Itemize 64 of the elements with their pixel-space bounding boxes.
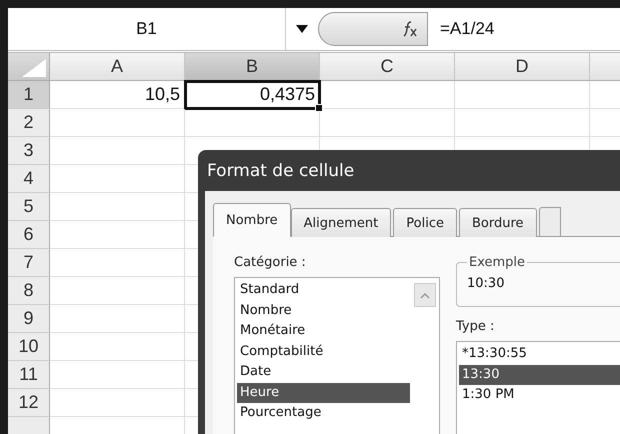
insert-function-button[interactable] [318, 12, 428, 46]
category-label: Catégorie : [234, 255, 307, 270]
example-value: 10:30 [467, 276, 506, 291]
type-label: Type : [456, 319, 496, 334]
table-cell[interactable] [50, 333, 185, 361]
type-list[interactable]: *13:30:55 13:30 1:30 PM [456, 341, 620, 434]
table-cell[interactable] [455, 81, 590, 109]
tab[interactable] [538, 207, 561, 236]
table-cell[interactable] [50, 249, 185, 277]
column-header[interactable]: B [185, 53, 320, 81]
row-header[interactable]: 12 [8, 389, 50, 417]
list-item[interactable]: Monétaire [237, 321, 410, 342]
column-header[interactable]: D [455, 53, 590, 81]
triangle-icon [22, 59, 46, 77]
table-cell[interactable] [455, 109, 590, 137]
select-all-corner[interactable] [8, 53, 50, 81]
example-legend: Exemple [467, 255, 528, 270]
row-header[interactable]: 5 [8, 193, 50, 221]
tab[interactable]: Police [393, 208, 457, 237]
table-cell[interactable]: 0,4375 [185, 81, 320, 109]
list-item[interactable]: Standard [237, 280, 410, 300]
table-cell[interactable]: 10,5 [50, 81, 185, 109]
dropdown-arrow-icon[interactable] [296, 25, 308, 33]
tab[interactable]: Alignement [290, 208, 392, 237]
table-cell[interactable] [50, 137, 185, 165]
table-cell[interactable] [50, 193, 185, 221]
list-item[interactable]: Comptabilité [237, 342, 410, 362]
category-list[interactable]: Standard Nombre Monétaire Comptabilité Date Heure Pourcentage [234, 277, 440, 434]
chevron-up-icon [420, 292, 430, 298]
list-item[interactable]: Pourcentage [237, 403, 410, 424]
table-cell[interactable] [50, 389, 185, 417]
list-item[interactable]: 1:30 PM [459, 385, 620, 406]
row-header[interactable]: 6 [8, 221, 50, 249]
table-cell[interactable] [50, 305, 185, 333]
row-header[interactable]: 1 [8, 81, 50, 109]
row-header[interactable]: 2 [8, 109, 50, 137]
list-item[interactable]: *13:30:55 [459, 344, 620, 364]
tab[interactable]: Bordure [458, 208, 537, 237]
name-box[interactable]: B1 [8, 8, 286, 50]
row-header[interactable]: 10 [8, 333, 50, 361]
table-cell[interactable] [50, 361, 185, 389]
row-header[interactable]: 9 [8, 305, 50, 333]
column-header[interactable]: A [50, 53, 185, 81]
row-header[interactable]: 8 [8, 277, 50, 305]
dialog-title: Format de cellule [206, 160, 356, 182]
row-header[interactable]: 7 [8, 249, 50, 277]
list-item[interactable]: Heure [237, 382, 410, 403]
list-item[interactable]: Nombre [237, 300, 410, 321]
fill-handle[interactable] [315, 104, 323, 112]
table-cell[interactable] [320, 109, 455, 137]
row-header[interactable]: 3 [8, 137, 50, 165]
list-item[interactable]: Date [237, 362, 410, 382]
list-item[interactable]: 13:30 [459, 364, 620, 385]
tab[interactable]: Nombre [213, 203, 291, 237]
row-header[interactable]: 11 [8, 361, 50, 389]
scroll-up-button[interactable] [414, 283, 436, 307]
row-header[interactable]: 4 [8, 165, 50, 193]
table-cell[interactable] [50, 165, 185, 193]
column-header[interactable]: C [320, 53, 455, 81]
table-cell[interactable] [320, 81, 455, 109]
table-cell[interactable] [185, 109, 320, 137]
table-cell[interactable] [50, 109, 185, 137]
table-cell[interactable] [50, 221, 185, 249]
table-cell[interactable] [50, 277, 185, 305]
